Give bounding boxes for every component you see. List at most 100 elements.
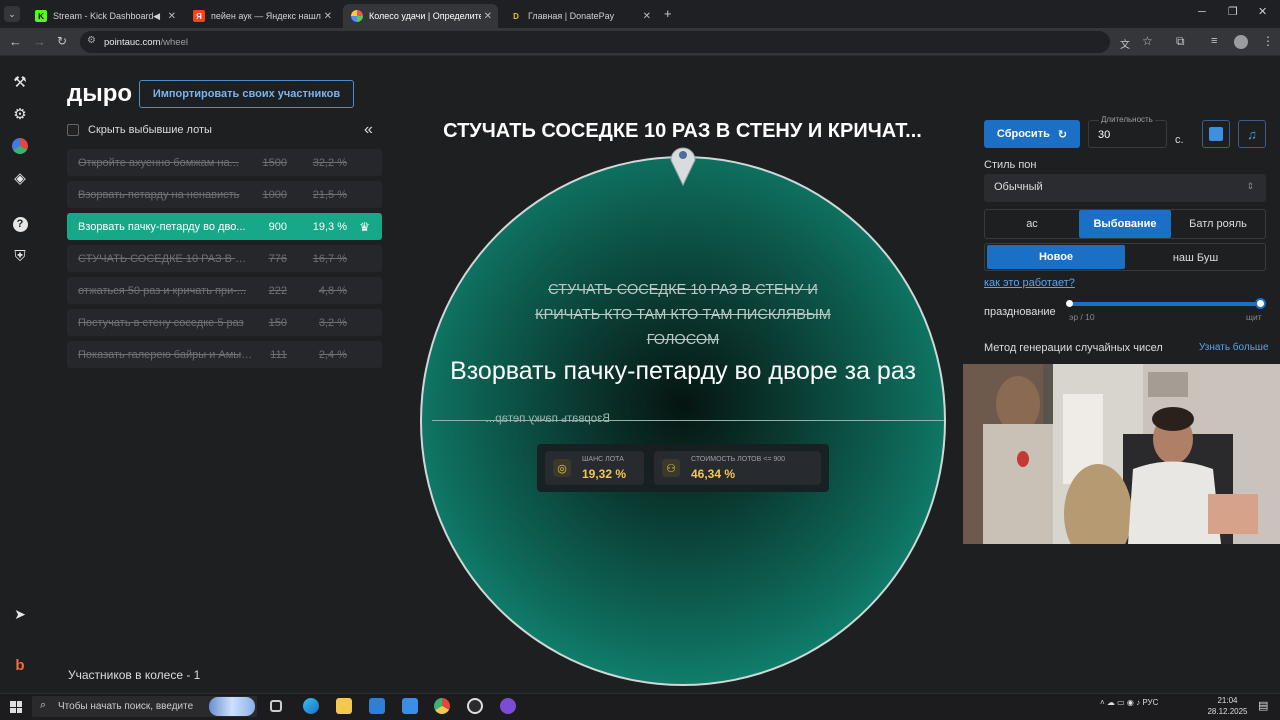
lot-amount: 111 [270, 348, 287, 361]
task-view-icon[interactable] [270, 700, 282, 712]
mode-option[interactable]: ас [985, 210, 1079, 238]
learn-more-link[interactable]: Узнать больше [1199, 342, 1269, 353]
duration-field[interactable]: Длительность 30 [1088, 115, 1167, 148]
variant-switch: Новое наш Буш [984, 243, 1266, 271]
back-icon[interactable]: ← [9, 34, 22, 49]
lot-row[interactable]: СТУЧАТЬ СОСЕДКЕ 10 РАЗ В СТ... 776 16,7 % [67, 245, 382, 272]
music-icon[interactable]: ♫ [1238, 120, 1266, 148]
window-close-icon[interactable]: ✕ [1258, 5, 1267, 18]
tab-close-icon[interactable]: ✕ [484, 11, 492, 22]
shield-icon[interactable]: ⛨ [10, 246, 30, 266]
winner-lot-text: Взорвать пачку-петарду во дворе за раз [450, 357, 916, 385]
clock[interactable]: 21:04 28.12.2025 [1205, 695, 1250, 717]
reset-button[interactable]: Сбросить ↻ [984, 120, 1080, 148]
store-icon[interactable] [369, 698, 385, 714]
restore-icon[interactable]: ❐ [1228, 5, 1238, 18]
reload-icon[interactable]: ↻ [57, 34, 67, 48]
refresh-icon: ↻ [1057, 128, 1068, 141]
tab-title: Колесо удачи | Определите п [369, 11, 481, 21]
tab-title: Главная | DonatePay [528, 11, 615, 21]
lot-row[interactable]: Откройте ахуенно бомжам на... 1500 32,2 % [67, 149, 382, 176]
tab-pointauc-wheel[interactable]: Колесо удачи | Определите п ✕ [343, 4, 498, 28]
lot-amount: 1500 [262, 156, 287, 169]
site-info-icon[interactable]: ⚙ [87, 35, 96, 46]
extensions-icon[interactable]: ⧉ [1176, 34, 1185, 49]
variant-option[interactable]: наш Буш [1126, 244, 1265, 272]
style-label: Стиль пон [984, 159, 1037, 171]
system-tray[interactable]: ˄ ☁ ▭ ◉ ♪ РУС [1100, 698, 1158, 707]
tab-close-icon[interactable]: ✕ [324, 11, 332, 22]
wheel-pointer-icon [670, 147, 696, 186]
tab-kick-dashboard[interactable]: K Stream - Kick Dashboard ◀ ✕ [27, 4, 182, 28]
app-icon[interactable] [500, 698, 516, 714]
menu-icon[interactable]: ⋮ [1262, 34, 1274, 48]
tab-search-button[interactable]: ⌄ [4, 6, 20, 22]
celebration-slider-fill [1069, 302, 1263, 306]
notifications-icon[interactable]: ▤ [1258, 699, 1268, 712]
celebration-slider-handle[interactable] [1255, 298, 1266, 309]
tab-title: Stream - Kick Dashboard [53, 11, 154, 21]
wheel-icon[interactable] [10, 136, 30, 156]
language-indicator[interactable]: РУС [1142, 698, 1158, 707]
import-participants-button[interactable]: Импортировать своих участников [139, 80, 354, 108]
bookmark-star-icon[interactable]: ☆ [1142, 34, 1153, 48]
boosty-icon[interactable]: b [10, 655, 30, 675]
telegram-icon[interactable]: ➤ [10, 604, 30, 624]
lot-percent: 21,5 % [312, 188, 347, 201]
lot-row[interactable]: Взорвать петарду на ненависть 1000 21,5 % [67, 181, 382, 208]
windows-start-icon[interactable] [10, 701, 22, 713]
layers-icon[interactable]: ◈ [10, 168, 30, 188]
mail-icon[interactable] [402, 698, 418, 714]
taskbar-search[interactable]: ⌕ Чтобы начать поиск, введите [32, 696, 257, 717]
lot-row[interactable]: Постучать в стену соседке 5 раз 150 3,2 % [67, 309, 382, 336]
dropped-lot-text: СТУЧАТЬ СОСЕДКЕ 10 РАЗ В СТЕНУ И КРИЧАТЬ… [535, 282, 831, 348]
forward-icon[interactable]: → [33, 34, 46, 49]
profile-avatar[interactable] [1234, 35, 1248, 49]
slider-max-label: щит [1246, 312, 1262, 322]
gavel-icon[interactable]: ⚒ [10, 72, 30, 92]
checkbox[interactable] [67, 124, 79, 136]
pointauc-icon [351, 10, 363, 22]
lot-row[interactable]: Показать галерею байры и Амы-... 111 2,4 % [67, 341, 382, 368]
mode-option-active[interactable]: Выбование [1079, 210, 1171, 238]
lot-row[interactable]: отжаться 50 раз и кричать при-... 222 4,8 … [67, 277, 382, 304]
media-icon[interactable]: ≡ [1211, 35, 1217, 47]
search-highlight-image [209, 697, 255, 716]
minimize-icon[interactable]: ─ [1198, 6, 1206, 18]
mirrored-lot-text: Взорвать пачку петар... [485, 413, 610, 425]
participants-count: Участников в колесе - 1 [68, 668, 201, 682]
chrome-icon[interactable] [434, 698, 450, 714]
style-value: Обычный [994, 181, 1043, 193]
mode-switch: ас Выбование Батл рояль [984, 209, 1266, 239]
new-tab-icon[interactable]: + [664, 6, 672, 21]
lot-percent: 16,7 % [312, 252, 347, 265]
search-placeholder: Чтобы начать поиск, введите [58, 701, 194, 712]
obs-icon[interactable] [467, 698, 483, 714]
collapse-panel-icon[interactable]: « [364, 121, 373, 139]
lot-row[interactable]: Взорвать пачку-петарду во дво... 900 19,3 … [67, 213, 382, 240]
style-select[interactable]: Обычный ⇕ [984, 174, 1266, 202]
dice-icon[interactable] [1202, 120, 1230, 148]
address-bar[interactable]: ⚙ pointauc.com/wheel [80, 31, 1110, 53]
tray-icons: ˄ ☁ ▭ ◉ ♪ [1100, 698, 1143, 707]
lot-percent: 3,2 % [318, 316, 347, 329]
translate-icon[interactable]: 文 [1120, 36, 1130, 51]
mode-option[interactable]: Батл рояль [1171, 210, 1265, 238]
settings-icon[interactable]: ⚙ [10, 104, 30, 124]
file-explorer-icon[interactable] [336, 698, 352, 714]
clock-date: 28.12.2025 [1207, 707, 1248, 716]
tab-close-icon[interactable]: ✕ [168, 11, 176, 22]
hide-dropped-toggle[interactable]: Скрыть выбывшие лоты [67, 124, 212, 136]
help-icon[interactable]: ? [10, 214, 30, 234]
how-it-works-link[interactable]: как это работает? [984, 277, 1075, 289]
hide-dropped-label: Скрыть выбывшие лоты [88, 124, 212, 136]
edge-icon[interactable] [303, 698, 319, 714]
search-icon: ⌕ [40, 699, 47, 711]
lot-name: Взорвать пачку-петарду во дво... [78, 220, 246, 233]
wheel-headline: СТУЧАТЬ СОСЕДКЕ 10 РАЗ В СТЕНУ И КРИЧАТ.… [443, 120, 922, 142]
duration-value: 30 [1098, 129, 1111, 141]
tab-donatepay[interactable]: D Главная | DonatePay ✕ [502, 4, 657, 28]
tab-close-icon[interactable]: ✕ [643, 11, 651, 22]
tab-yandex[interactable]: Я пейен аук — Яндекс нашлось ✕ [185, 4, 338, 28]
variant-option-active[interactable]: Новое [987, 245, 1125, 269]
